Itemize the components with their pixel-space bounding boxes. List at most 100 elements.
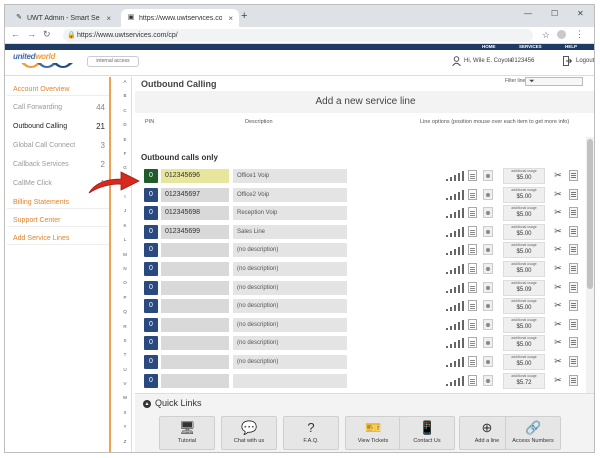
signal-bars-icon[interactable]	[446, 357, 464, 367]
service-line-row[interactable]: 0 additional usage $5.72 ✂	[141, 372, 586, 390]
line-description[interactable]: Reception Voip	[233, 206, 347, 221]
details-icon[interactable]	[569, 356, 578, 367]
sidebar-billing-statements[interactable]: Billing Statements	[7, 196, 109, 209]
details-icon[interactable]	[569, 281, 578, 293]
tools-icon[interactable]: ✂	[553, 207, 563, 218]
line-description[interactable]	[233, 373, 347, 388]
line-description[interactable]: (no description)	[233, 280, 347, 295]
signal-bars-icon[interactable]	[446, 189, 464, 200]
line-pin[interactable]	[161, 299, 229, 314]
alpha-letter[interactable]: N	[118, 266, 132, 271]
record-icon[interactable]	[483, 225, 493, 237]
line-index-badge[interactable]: 0	[144, 336, 158, 351]
additional-usage-box[interactable]: additional usage $5.00	[503, 354, 545, 370]
additional-usage-box[interactable]: additional usage $5.00	[503, 335, 545, 352]
minimize-icon[interactable]: —	[524, 9, 532, 18]
document-icon[interactable]	[468, 356, 477, 367]
details-icon[interactable]	[569, 263, 578, 274]
service-line-row[interactable]: 0 (no description) additional usage $5.00 ✂	[141, 260, 586, 278]
alpha-letter[interactable]: T	[118, 352, 132, 357]
record-icon[interactable]	[483, 337, 493, 349]
alpha-letter[interactable]: B	[118, 93, 132, 98]
line-pin[interactable]	[161, 280, 229, 295]
additional-usage-box[interactable]: additional usage $5.00	[503, 242, 545, 259]
line-index-badge[interactable]: 0	[144, 280, 158, 295]
sidebar-item-outbound-calling[interactable]: Outbound Calling 21	[13, 120, 109, 133]
alpha-letter[interactable]: O	[118, 280, 132, 285]
logout-link[interactable]: Logout	[576, 58, 594, 64]
new-tab-icon[interactable]: +	[241, 10, 247, 22]
alpha-letter[interactable]: P	[118, 295, 132, 300]
additional-usage-box[interactable]: additional usage $5.00	[503, 261, 545, 277]
alpha-letter[interactable]: K	[118, 223, 132, 228]
alpha-letter[interactable]: E	[118, 137, 132, 142]
service-line-row[interactable]: 0 (no description) additional usage $5.09 ✂	[141, 279, 586, 297]
line-pin[interactable]	[161, 355, 229, 369]
alpha-letter[interactable]: Y	[118, 424, 132, 429]
add-service-line-button[interactable]: Add a new service line	[135, 91, 594, 113]
signal-bars-icon[interactable]	[446, 245, 464, 256]
record-icon[interactable]	[483, 263, 493, 274]
alpha-letter[interactable]: M	[118, 252, 132, 257]
logout-icon[interactable]	[563, 56, 572, 66]
profile-icon[interactable]	[557, 30, 566, 39]
signal-bars-icon[interactable]	[446, 171, 464, 181]
reload-icon[interactable]: ↻	[43, 29, 51, 40]
alpha-letter[interactable]: C	[118, 108, 132, 113]
line-description[interactable]: (no description)	[233, 299, 347, 314]
line-pin[interactable]	[161, 317, 229, 332]
chevron-up-icon[interactable]: ▲	[143, 399, 151, 408]
browser-tab-smart-search[interactable]: ✎ UWT Admin - Smart Search ×	[9, 9, 117, 27]
tools-icon[interactable]: ✂	[553, 319, 563, 330]
signal-bars-icon[interactable]	[446, 208, 464, 219]
quick-link-tutorial[interactable]: 🖥 Tutorial	[159, 416, 215, 450]
signal-bars-icon[interactable]	[446, 282, 464, 293]
line-description[interactable]: (no description)	[233, 336, 347, 351]
service-line-row[interactable]: 0 (no description) additional usage $5.00 ✂	[141, 334, 586, 352]
signal-bars-icon[interactable]	[446, 375, 464, 386]
quick-link-faq[interactable]: ? F.A.Q.	[283, 416, 339, 450]
record-icon[interactable]	[483, 318, 493, 330]
alpha-letter[interactable]: U	[118, 367, 132, 372]
document-icon[interactable]	[468, 263, 477, 274]
tools-icon[interactable]: ✂	[553, 244, 563, 255]
document-icon[interactable]	[468, 170, 477, 181]
quick-link-contact-us[interactable]: 📱 Contact Us	[399, 416, 455, 450]
tools-icon[interactable]: ✂	[553, 356, 563, 367]
line-index-badge[interactable]: 0	[144, 317, 158, 332]
line-index-badge[interactable]: 0	[144, 169, 158, 183]
additional-usage-box[interactable]: additional usage $5.00	[503, 186, 545, 203]
maximize-icon[interactable]: ☐	[551, 9, 558, 18]
tools-icon[interactable]: ✂	[553, 189, 563, 200]
document-icon[interactable]	[468, 300, 477, 312]
details-icon[interactable]	[569, 337, 578, 349]
back-icon[interactable]: ←	[11, 29, 20, 39]
line-index-badge[interactable]: 0	[144, 299, 158, 314]
line-index-badge[interactable]: 0	[144, 187, 158, 202]
additional-usage-box[interactable]: additional usage $5.72	[503, 372, 545, 389]
details-icon[interactable]	[569, 374, 578, 386]
service-line-row[interactable]: 0 012345696 Office1 Voip additional usage $5…	[141, 167, 586, 185]
line-pin[interactable]	[161, 262, 229, 276]
details-icon[interactable]	[569, 300, 578, 312]
alpha-letter[interactable]: X	[118, 410, 132, 415]
document-icon[interactable]	[468, 318, 477, 330]
document-icon[interactable]	[468, 244, 477, 256]
line-description[interactable]: (no description)	[233, 262, 347, 276]
line-index-badge[interactable]: 0	[144, 262, 158, 276]
line-description[interactable]: (no description)	[233, 243, 347, 258]
details-icon[interactable]	[569, 188, 578, 200]
additional-usage-box[interactable]: additional usage $5.00	[503, 298, 545, 315]
quick-link-access-numbers[interactable]: 🔗 Access Numbers	[505, 416, 561, 450]
alpha-letter[interactable]: A	[118, 79, 132, 84]
line-index-badge[interactable]: 0	[144, 224, 158, 239]
document-icon[interactable]	[468, 374, 477, 386]
line-description[interactable]: Office2 Voip	[233, 187, 347, 202]
tools-icon[interactable]: ✂	[553, 375, 563, 386]
line-index-badge[interactable]: 0	[144, 206, 158, 221]
sidebar-support-center[interactable]: Support Center	[7, 214, 109, 227]
details-icon[interactable]	[569, 318, 578, 330]
line-index-badge[interactable]: 0	[144, 243, 158, 258]
alpha-letter[interactable]: Z	[118, 439, 132, 444]
line-pin[interactable]: 012345696	[161, 169, 229, 183]
